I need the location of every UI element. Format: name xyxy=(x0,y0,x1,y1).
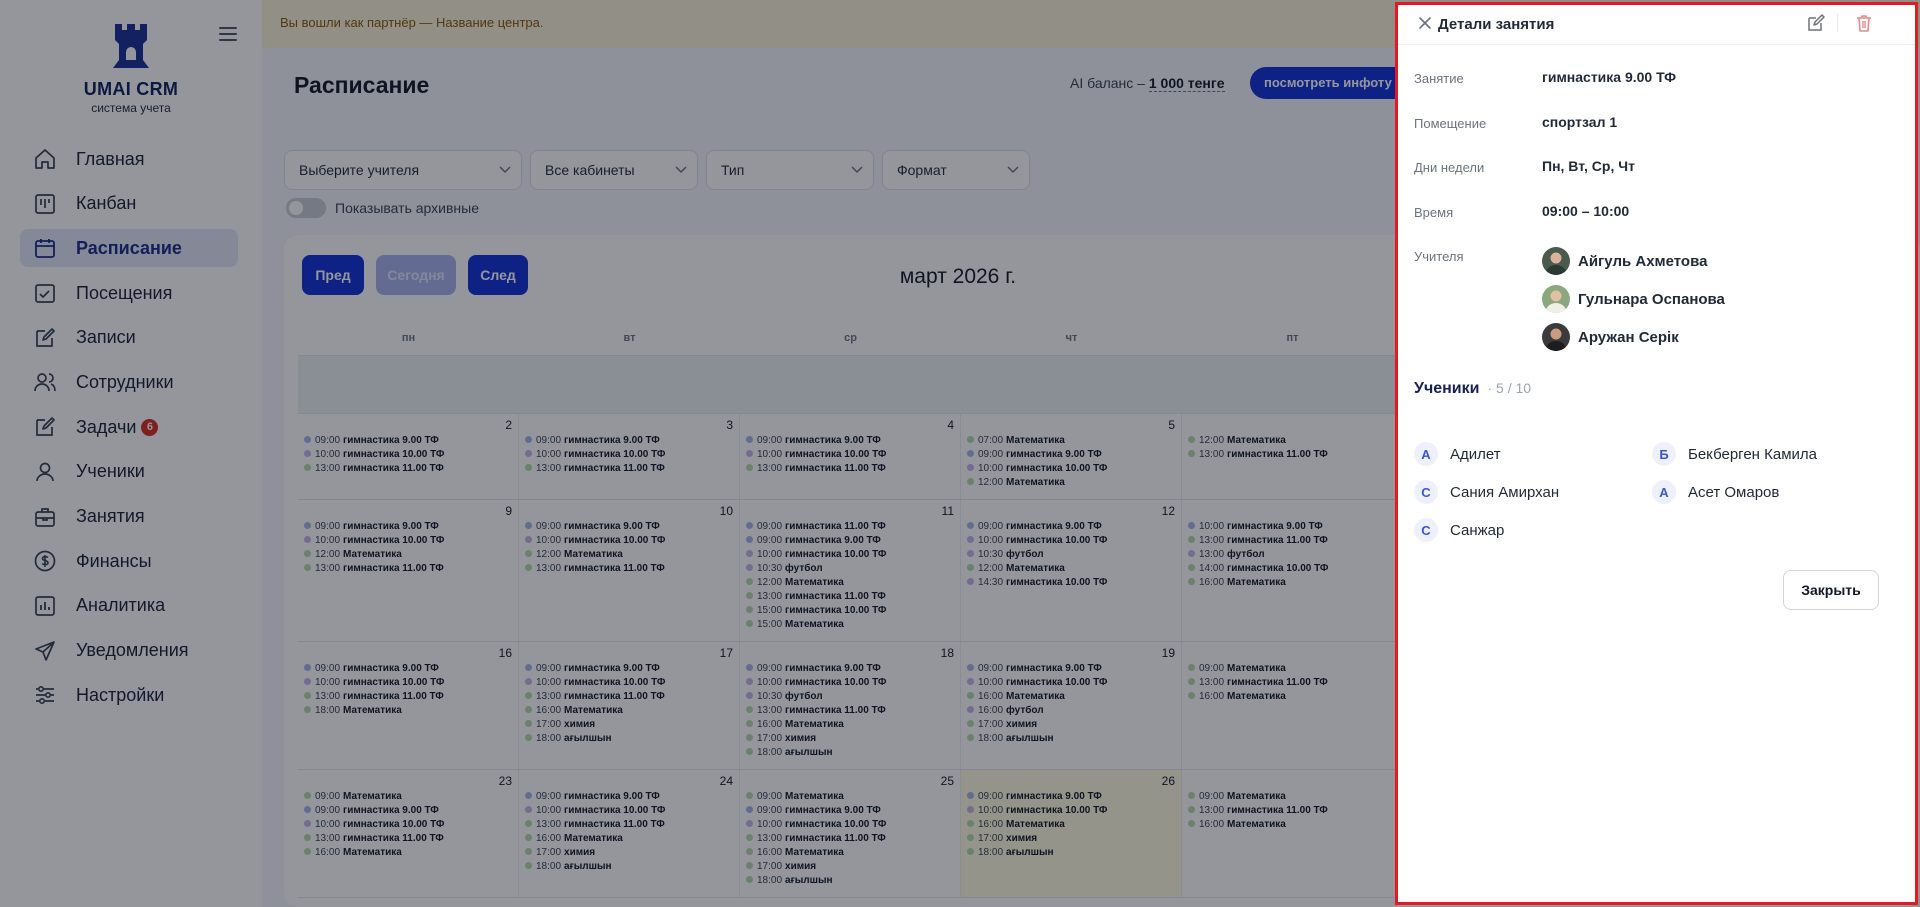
field-time: Время 09:00 – 10:00 xyxy=(1414,203,1904,220)
field-room: Помещение спортзал 1 xyxy=(1414,114,1904,131)
teacher-item[interactable]: Аружан Серік xyxy=(1542,323,1725,351)
avatar xyxy=(1542,323,1570,351)
student-list: А Адилет Б Бекберген Камила С Сания Амирхан А А… xyxy=(1414,442,1894,542)
field-teachers: Учителя Айгуль Ахметова Гульнара Оспанов… xyxy=(1414,247,1904,361)
student-name: Санжар xyxy=(1450,521,1505,539)
teacher-list: Айгуль Ахметова Гульнара Оспанова Аружан… xyxy=(1542,247,1725,361)
student-name: Адилет xyxy=(1450,445,1501,463)
student-item[interactable]: С Санжар xyxy=(1414,518,1652,542)
avatar xyxy=(1542,247,1570,275)
students-count: · 5 / 10 xyxy=(1487,380,1532,396)
student-name: Бекберген Камила xyxy=(1688,445,1817,463)
students-header: Ученики · 5 / 10 xyxy=(1414,380,1531,398)
close-button[interactable]: Закрыть xyxy=(1783,570,1879,610)
avatar xyxy=(1542,285,1570,313)
teacher-item[interactable]: Гульнара Оспанова xyxy=(1542,285,1725,313)
field-value: гимнастика 9.00 ТФ xyxy=(1542,69,1677,85)
student-name: Сания Амирхан xyxy=(1450,483,1560,501)
field-value: 09:00 – 10:00 xyxy=(1542,203,1630,219)
header-divider xyxy=(1837,14,1838,32)
student-initial: А xyxy=(1652,480,1676,504)
student-name: Асет Омаров xyxy=(1688,483,1780,501)
field-label: Время xyxy=(1414,205,1454,220)
student-initial: А xyxy=(1414,442,1438,466)
lesson-details-drawer: Детали занятия Занятие гимнастика 9.00 Т… xyxy=(1395,2,1918,905)
student-initial: Б xyxy=(1652,442,1676,466)
field-label: Занятие xyxy=(1414,71,1464,86)
student-initial: С xyxy=(1414,480,1438,504)
student-item[interactable]: А Асет Омаров xyxy=(1652,480,1890,504)
edit-icon[interactable] xyxy=(1805,12,1827,34)
field-label: Помещение xyxy=(1414,116,1487,131)
student-initial: С xyxy=(1414,518,1438,542)
close-icon[interactable] xyxy=(1416,14,1434,32)
field-weekdays: Дни недели Пн, Вт, Ср, Чт xyxy=(1414,158,1904,175)
student-item[interactable]: С Сания Амирхан xyxy=(1414,480,1652,504)
trash-icon[interactable] xyxy=(1853,12,1875,34)
teacher-item[interactable]: Айгуль Ахметова xyxy=(1542,247,1725,275)
field-value: спортзал 1 xyxy=(1542,114,1618,130)
student-item[interactable]: Б Бекберген Камила xyxy=(1652,442,1890,466)
field-lesson: Занятие гимнастика 9.00 ТФ xyxy=(1414,69,1904,86)
drawer-header: Детали занятия xyxy=(1398,5,1915,45)
teacher-name: Айгуль Ахметова xyxy=(1578,252,1708,270)
student-item[interactable]: А Адилет xyxy=(1414,442,1652,466)
drawer-title: Детали занятия xyxy=(1438,16,1555,33)
students-label: Ученики xyxy=(1414,380,1480,397)
teacher-name: Аружан Серік xyxy=(1578,328,1679,346)
field-value: Пн, Вт, Ср, Чт xyxy=(1542,158,1635,174)
field-label: Дни недели xyxy=(1414,160,1485,175)
teacher-name: Гульнара Оспанова xyxy=(1578,290,1725,308)
field-label: Учителя xyxy=(1414,249,1464,264)
